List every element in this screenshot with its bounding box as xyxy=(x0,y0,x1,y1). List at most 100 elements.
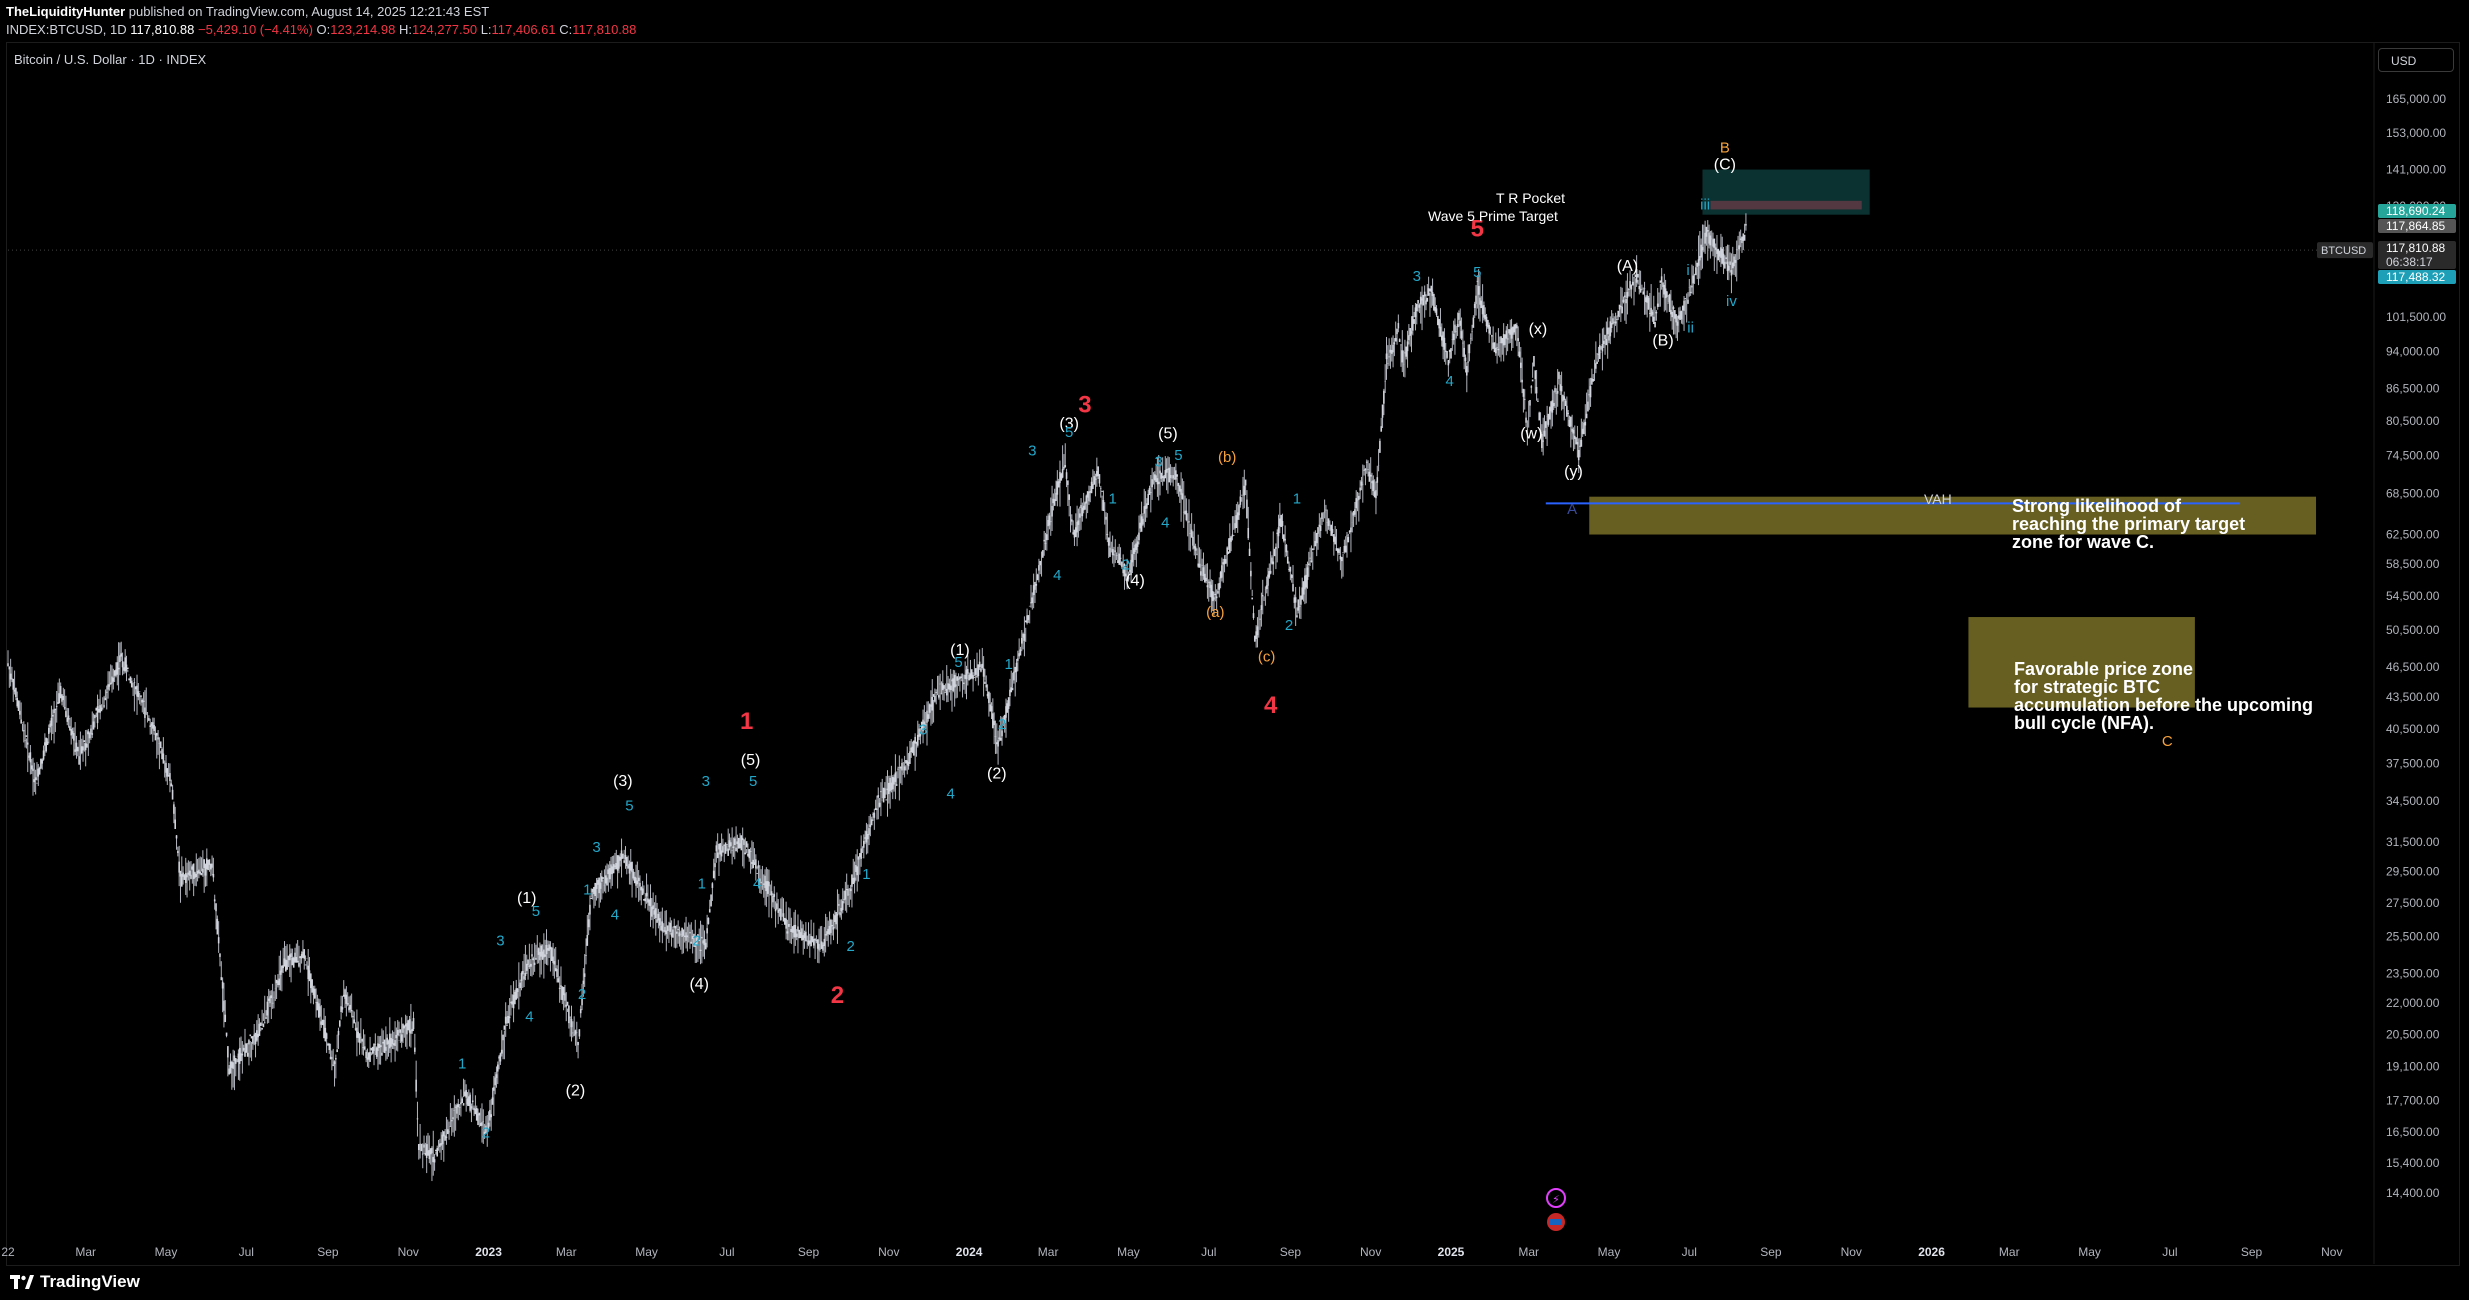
note-accumulation-zone: Favorable price zone for strategic BTC acc… xyxy=(2014,659,2313,733)
y-tick-label: 46,500.00 xyxy=(2386,660,2440,674)
price-tag-label: 117,810.88 xyxy=(2386,241,2445,255)
wave-label: (b) xyxy=(1218,449,1236,466)
wave-label: 1 xyxy=(1004,656,1012,673)
wave-label: 3 xyxy=(702,773,710,790)
y-tick-label: 25,500.00 xyxy=(2386,930,2440,944)
x-tick-label: May xyxy=(1117,1245,1140,1259)
wave-label: 5 xyxy=(749,773,757,790)
x-tick-label: Mar xyxy=(1038,1245,1059,1259)
wave-label: 4 xyxy=(611,906,619,923)
y-tick-label: 40,500.00 xyxy=(2386,722,2440,736)
x-tick-label: Mar xyxy=(75,1245,96,1259)
tradingview-logo-icon xyxy=(10,1275,34,1289)
y-tick-label: 74,500.00 xyxy=(2386,449,2440,463)
wave-label: 5 xyxy=(625,797,633,814)
y-tick-label: 17,700.00 xyxy=(2386,1093,2440,1107)
wave-label: 5 xyxy=(1065,424,1073,441)
y-tick-label: 101,500.00 xyxy=(2386,310,2446,324)
wave-label: 1 xyxy=(1108,490,1116,507)
wave-label: 4 xyxy=(947,785,955,802)
x-tick-label: Jul xyxy=(719,1245,734,1259)
y-tick-label: 19,100.00 xyxy=(2386,1059,2440,1073)
y-tick-label: 54,500.00 xyxy=(2386,589,2440,603)
x-tick-label: Sep xyxy=(1280,1245,1302,1259)
wave-label: 5 xyxy=(532,903,540,920)
wave-label: 3 xyxy=(1413,268,1421,285)
x-tick-label: Mar xyxy=(1999,1245,2020,1259)
x-tick-label: May xyxy=(2078,1245,2101,1259)
wave-label: 3 xyxy=(1155,454,1163,471)
y-tick-label: 62,500.00 xyxy=(2386,528,2440,542)
x-tick-label: Jul xyxy=(1682,1245,1697,1259)
wave-label: 4 xyxy=(1264,692,1278,719)
x-tick-label: Nov xyxy=(878,1245,899,1259)
wave-label: (c) xyxy=(1258,648,1276,665)
wave-label: 3 xyxy=(592,839,600,856)
x-tick-label: 2025 xyxy=(1438,1245,1465,1259)
wave-label: (w) xyxy=(1520,426,1542,443)
x-tick-label: Nov xyxy=(1360,1245,1381,1259)
y-tick-label: 37,500.00 xyxy=(2386,757,2440,771)
wave-label: 4 xyxy=(1161,514,1169,531)
lightning-glyph: ⚡ xyxy=(1552,1194,1560,1206)
wave-label: 5 xyxy=(1174,447,1182,464)
y-tick-label: 94,000.00 xyxy=(2386,344,2440,358)
x-tick-label: Nov xyxy=(1841,1245,1862,1259)
y-tick-label: 27,500.00 xyxy=(2386,896,2440,910)
y-tick-label: 20,500.00 xyxy=(2386,1028,2440,1042)
x-tick-label: Sep xyxy=(1760,1245,1782,1259)
x-tick-label: May xyxy=(1598,1245,1621,1259)
x-tick-label: Mar xyxy=(1518,1245,1539,1259)
y-tick-label: 14,400.00 xyxy=(2386,1186,2440,1200)
wave-label: 2 xyxy=(831,982,844,1009)
wave-label: C xyxy=(2162,733,2173,750)
wave-label: (B) xyxy=(1652,333,1673,350)
wave-label: i xyxy=(1686,262,1689,279)
tr-pocket-band xyxy=(1710,200,1862,210)
y-tick-label: 22,000.00 xyxy=(2386,996,2440,1010)
wave-label: (2) xyxy=(987,765,1007,782)
wave-label: 2 xyxy=(846,938,854,955)
wave-label: iii xyxy=(1700,196,1710,213)
wave-label: 2 xyxy=(692,933,700,950)
wave-label: (x) xyxy=(1529,321,1548,338)
wave-label: 3 xyxy=(1028,443,1036,460)
x-tick-label: Nov xyxy=(2321,1245,2342,1259)
flag-icon-stripe xyxy=(1550,1219,1562,1225)
wave-label: 2 xyxy=(1285,617,1293,634)
wave-label: 2 xyxy=(1122,557,1130,574)
wave-label: 4 xyxy=(1446,373,1454,390)
wave-label: 1 xyxy=(1293,490,1301,507)
wave-label: iv xyxy=(1726,293,1737,310)
x-tick-label: Mar xyxy=(556,1245,577,1259)
annotation-tr-pocket: T R Pocket xyxy=(1496,190,1565,206)
wave-label: (5) xyxy=(741,752,761,769)
x-tick-label: Jul xyxy=(1201,1245,1216,1259)
price-chart[interactable]: 165,000.00153,000.00141,000.00130,000.00… xyxy=(0,0,2469,1300)
wave-label: (y) xyxy=(1564,464,1583,481)
symbol-tag-label: BTCUSD xyxy=(2321,245,2366,257)
wave-label: 3 xyxy=(1078,392,1091,419)
annotation-vah: VAH xyxy=(1924,491,1952,507)
wave-label: (C) xyxy=(1714,157,1736,174)
y-tick-label: 43,500.00 xyxy=(2386,690,2440,704)
y-tick-label: 29,500.00 xyxy=(2386,864,2440,878)
x-tick-label: 2026 xyxy=(1918,1245,1945,1259)
price-tag-label: 117,488.32 xyxy=(2386,270,2445,284)
price-tag-label: 118,690.24 xyxy=(2386,204,2445,218)
y-tick-label: 15,400.00 xyxy=(2386,1156,2440,1170)
wave-label: 1 xyxy=(740,708,753,735)
wave-label: (4) xyxy=(689,976,709,993)
y-tick-label: 153,000.00 xyxy=(2386,126,2446,140)
wave-label: A xyxy=(1567,501,1577,518)
wave-label: (5) xyxy=(1158,426,1178,443)
price-tag-countdown: 06:38:17 xyxy=(2386,255,2433,269)
y-tick-label: 165,000.00 xyxy=(2386,92,2446,106)
tradingview-brand: TradingView xyxy=(10,1272,140,1292)
x-tick-label: 22 xyxy=(1,1245,15,1259)
y-tick-label: 58,500.00 xyxy=(2386,557,2440,571)
brand-name: TradingView xyxy=(40,1272,140,1291)
x-tick-label: Sep xyxy=(317,1245,339,1259)
x-tick-label: May xyxy=(155,1245,178,1259)
wave-label: (A) xyxy=(1617,258,1638,275)
